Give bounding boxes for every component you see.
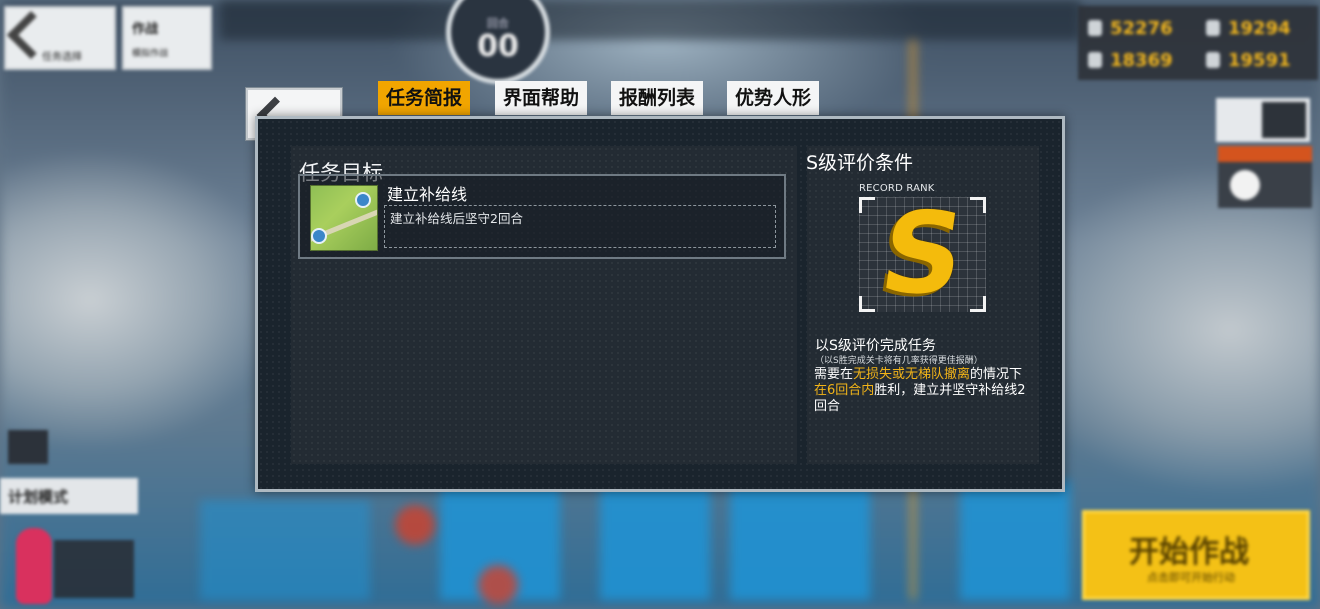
unit-portrait-icon[interactable] — [16, 528, 52, 604]
manpower-icon — [1088, 20, 1102, 36]
resource-rations: 18369 — [1110, 50, 1173, 71]
side-toggle-panel[interactable] — [1216, 98, 1310, 142]
rank-grade: S — [873, 189, 972, 319]
rations-icon — [1088, 52, 1102, 68]
start-battle-label: 开始作战 — [1129, 535, 1249, 570]
hud-mission-label: 作战 — [132, 22, 159, 37]
map-node-icon — [355, 192, 371, 208]
map-node-icon — [311, 228, 327, 244]
condition-highlight-1: 无损失或无梯队撤离 — [853, 367, 971, 382]
parts-icon — [1206, 52, 1220, 68]
side-switch[interactable] — [1218, 146, 1312, 208]
mission-briefing-dialog: 任务目标 建立补给线 建立补给线后坚守2回合 S级评价条件 RECORD RAN… — [255, 116, 1065, 492]
eye-icon[interactable] — [8, 430, 48, 464]
condition-part-3: 的情况下 — [970, 367, 1023, 382]
toggle-knob-icon — [1230, 170, 1260, 200]
condition-part-1: 需要在 — [814, 367, 854, 382]
resource-manpower: 52276 — [1110, 18, 1173, 39]
start-battle-button[interactable]: 开始作战 点击即可开始行动 — [1082, 510, 1310, 600]
rank-title: S级评价条件 — [806, 152, 914, 174]
ammo-icon — [1206, 20, 1220, 36]
objective-map-thumbnail — [310, 185, 378, 251]
hud-back-label: 任务选择 — [42, 52, 82, 63]
hud-back-button[interactable]: 任务选择 — [4, 6, 116, 70]
objective-name: 建立补给线 — [387, 185, 468, 204]
objective-item: 建立补给线 建立补给线后坚守2回合 — [298, 174, 786, 259]
plan-mode-button[interactable]: 计划模式 — [0, 478, 138, 514]
hud-mission-panel[interactable]: 作战 模拟作战 — [122, 6, 212, 70]
turn-value: 00 — [477, 29, 519, 64]
hud-mission-sub: 模拟作战 — [132, 49, 169, 59]
condition-highlight-2: 在6回合内 — [814, 383, 875, 398]
condition-title: 以S级评价完成任务 — [815, 338, 936, 354]
tab-interface-help[interactable]: 界面帮助 — [495, 81, 588, 115]
unit-info-panel — [54, 540, 134, 598]
condition-text: 需要在无损失或无梯队撤离的情况下 在6回合内胜利，建立并坚守补给线2回合 — [814, 367, 1030, 415]
resource-parts: 19591 — [1228, 50, 1291, 71]
rank-badge: S — [859, 189, 986, 319]
resource-panel: 52276 19294 18369 19591 — [1078, 6, 1318, 80]
objective-description: 建立补给线后坚守2回合 — [384, 205, 776, 248]
condition-subtitle: （以S胜完成关卡将有几率获得更佳报酬） — [815, 356, 983, 366]
plan-mode-label: 计划模式 — [8, 488, 69, 506]
tab-mission-briefing[interactable]: 任务简报 — [378, 81, 471, 115]
tab-advantage-dolls[interactable]: 优势人形 — [727, 81, 820, 115]
start-battle-sub: 点击即可开始行动 — [1147, 571, 1235, 584]
resource-ammo: 19294 — [1228, 18, 1291, 39]
tab-reward-list[interactable]: 报酬列表 — [611, 81, 704, 115]
